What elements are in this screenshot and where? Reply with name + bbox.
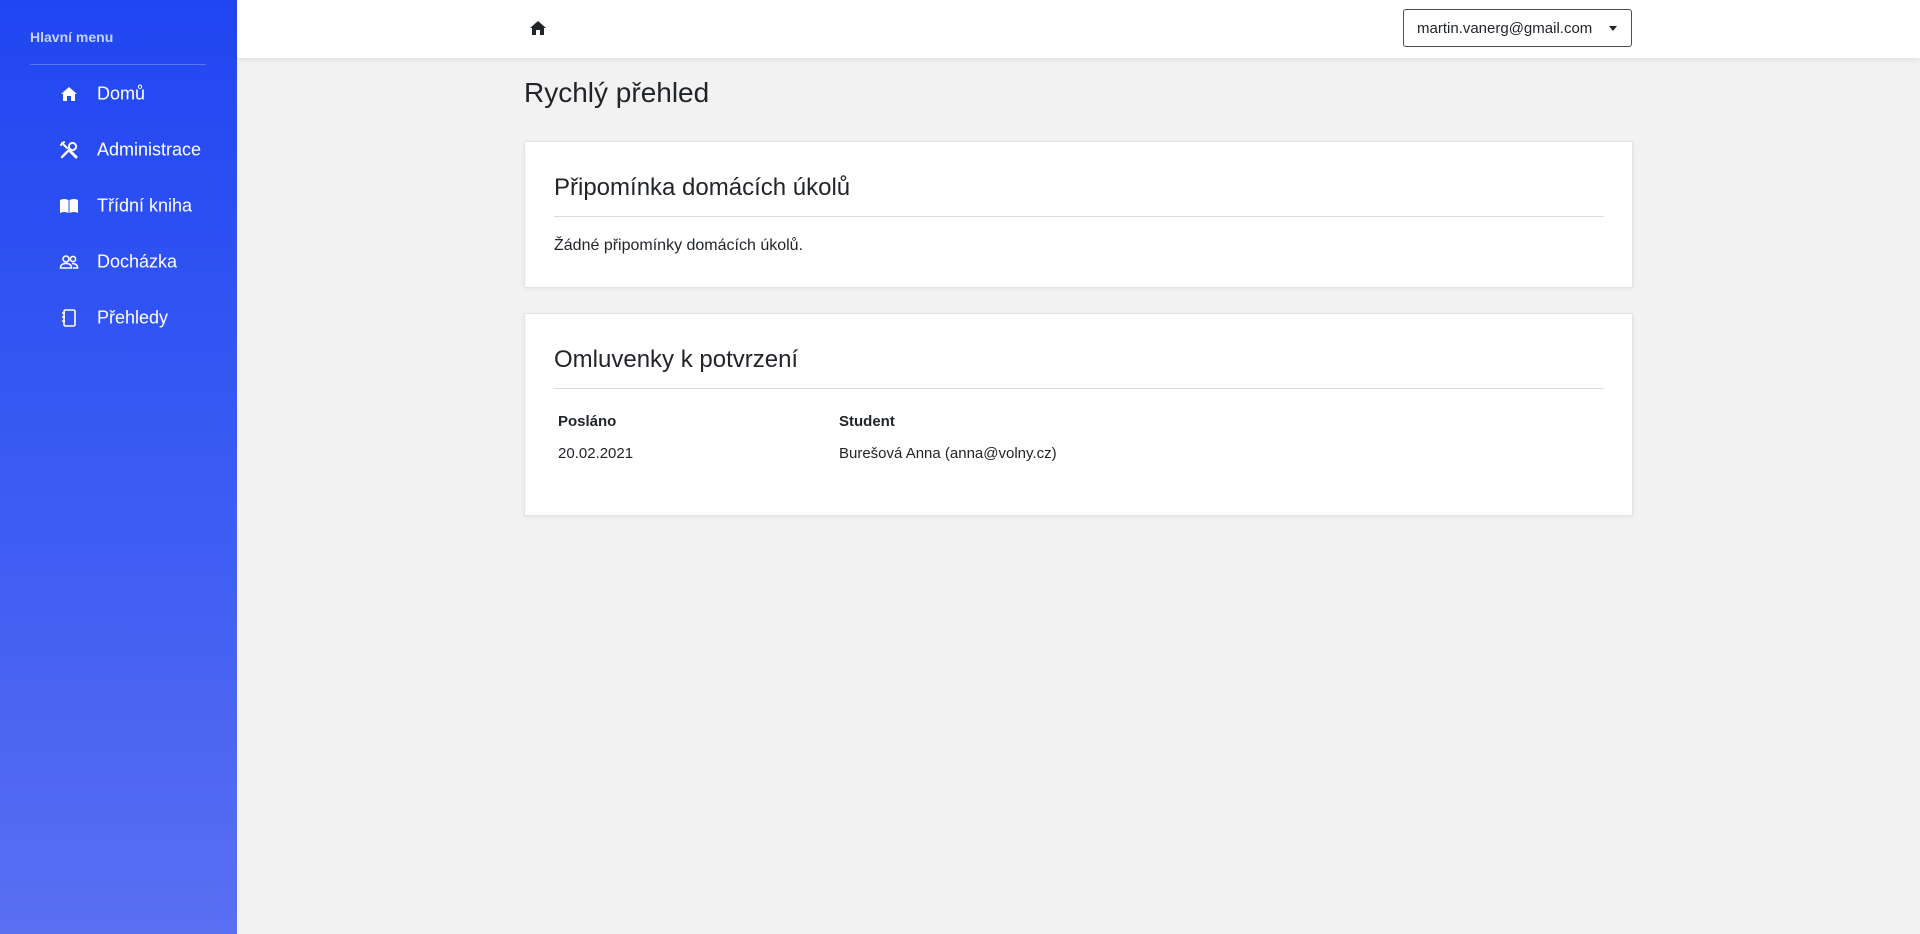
card-title: Omluvenky k potvrzení	[554, 346, 799, 373]
card-divider	[554, 388, 1604, 389]
card-divider	[554, 216, 1604, 217]
table-cell-date: 20.02.2021	[558, 445, 634, 462]
sidebar-item-tridni-kniha[interactable]: Třídní kniha	[0, 186, 237, 226]
topbar: martin.vanerg@gmail.com	[237, 0, 1920, 58]
column-header-student: Student	[839, 413, 895, 430]
sidebar-heading: Hlavní menu	[30, 29, 114, 45]
book-icon	[58, 195, 80, 217]
sidebar-item-label: Administrace	[97, 139, 202, 160]
sidebar-item-domu[interactable]: Domů	[0, 74, 237, 114]
sidebar-item-label: Docházka	[97, 251, 178, 272]
sidebar-item-administrace[interactable]: Administrace	[0, 130, 237, 170]
sidebar-divider	[30, 64, 206, 65]
sidebar-item-label: Třídní kniha	[97, 195, 193, 216]
table-cell-student: Burešová Anna (anna@volny.cz)	[839, 445, 1057, 462]
homework-reminder-card: Připomínka domácích úkolů Žádné připomín…	[524, 141, 1633, 288]
sidebar-item-dochazka[interactable]: Docházka	[0, 242, 237, 282]
sidebar-item-label: Domů	[97, 83, 146, 104]
sidebar: Hlavní menu Domů Administrace Třídní kni…	[0, 0, 237, 934]
empty-state-text: Žádné připomínky domácích úkolů.	[554, 237, 804, 254]
user-menu-dropdown[interactable]: martin.vanerg@gmail.com	[1403, 9, 1632, 47]
sidebar-item-label: Přehledy	[97, 307, 169, 328]
people-icon	[58, 251, 80, 273]
sidebar-item-prehledy[interactable]: Přehledy	[0, 298, 237, 338]
excuses-card: Omluvenky k potvrzení Posláno Student 20…	[524, 313, 1633, 516]
home-icon	[58, 83, 80, 105]
journal-icon	[58, 307, 80, 329]
tools-icon	[58, 139, 80, 161]
home-icon[interactable]	[527, 17, 549, 39]
column-header-poslano: Posláno	[558, 413, 617, 430]
chevron-down-icon	[1609, 26, 1617, 31]
page-title: Rychlý přehled	[524, 77, 710, 108]
user-email: martin.vanerg@gmail.com	[1417, 19, 1593, 37]
card-title: Připomínka domácích úkolů	[554, 174, 851, 201]
